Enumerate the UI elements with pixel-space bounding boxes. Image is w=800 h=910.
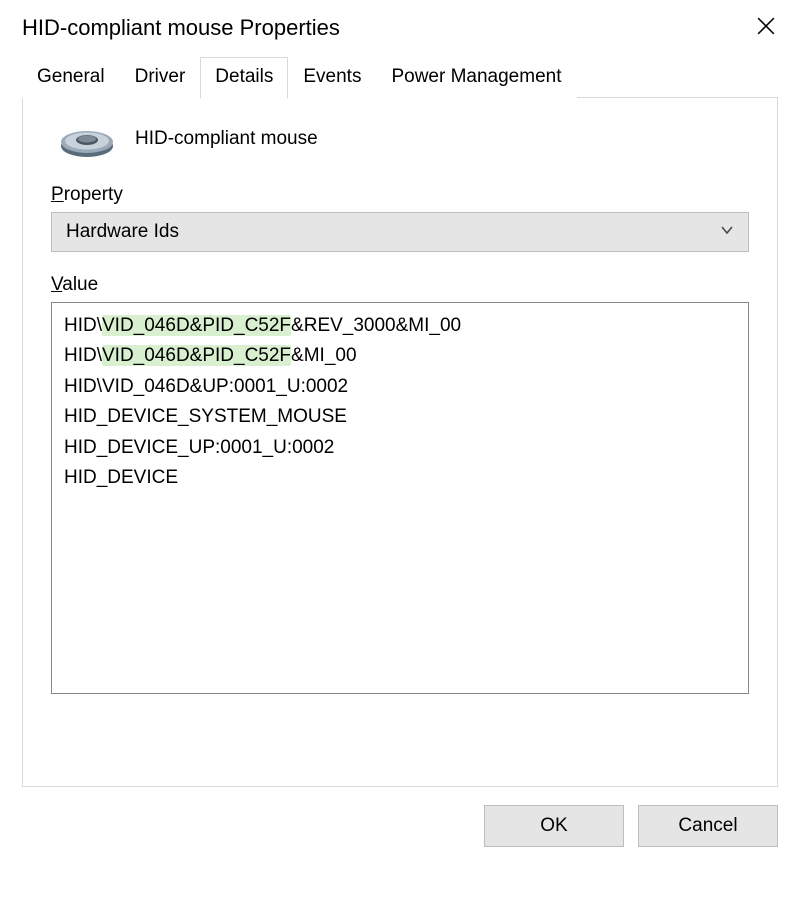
tab-general[interactable]: General <box>22 57 120 98</box>
properties-dialog: HID-compliant mouse Properties General D… <box>0 0 800 910</box>
tabs-area: General Driver Details Events Power Mana… <box>0 56 800 787</box>
tab-label: Events <box>303 66 361 87</box>
titlebar: HID-compliant mouse Properties <box>0 0 800 56</box>
property-dropdown[interactable]: Hardware Ids <box>51 212 749 252</box>
close-button[interactable] <box>752 14 780 42</box>
tab-row: General Driver Details Events Power Mana… <box>22 56 778 97</box>
tab-label: Driver <box>135 66 186 87</box>
value-item[interactable]: HID_DEVICE_SYSTEM_MOUSE <box>64 402 736 432</box>
device-name: HID-compliant mouse <box>135 128 318 150</box>
tab-content-details: HID-compliant mouse Property Hardware Id… <box>22 97 778 787</box>
value-label: Value <box>51 274 749 296</box>
mouse-icon <box>59 120 115 158</box>
value-item[interactable]: HID\VID_046D&UP:0001_U:0002 <box>64 372 736 402</box>
property-label: Property <box>51 184 749 206</box>
device-header: HID-compliant mouse <box>51 120 749 158</box>
property-selected-value: Hardware Ids <box>66 221 179 243</box>
button-label: Cancel <box>678 815 737 837</box>
highlighted-text: VID_046D&PID_C52F <box>102 315 291 336</box>
button-label: OK <box>540 815 567 837</box>
tab-events[interactable]: Events <box>288 57 376 98</box>
close-icon <box>757 17 775 40</box>
tab-label: Details <box>215 66 273 87</box>
value-item[interactable]: HID_DEVICE_UP:0001_U:0002 <box>64 433 736 463</box>
tab-power-management[interactable]: Power Management <box>376 57 576 98</box>
ok-button[interactable]: OK <box>484 805 624 847</box>
value-listbox[interactable]: HID\VID_046D&PID_C52F&REV_3000&MI_00HID\… <box>51 302 749 694</box>
tab-label: General <box>37 66 105 87</box>
tab-driver[interactable]: Driver <box>120 57 201 98</box>
dialog-title: HID-compliant mouse Properties <box>22 15 340 41</box>
tab-details[interactable]: Details <box>200 57 288 98</box>
dialog-footer: OK Cancel <box>0 787 800 847</box>
chevron-down-icon <box>720 221 734 243</box>
value-item[interactable]: HID\VID_046D&PID_C52F&REV_3000&MI_00 <box>64 311 736 341</box>
cancel-button[interactable]: Cancel <box>638 805 778 847</box>
value-item[interactable]: HID\VID_046D&PID_C52F&MI_00 <box>64 341 736 371</box>
value-item[interactable]: HID_DEVICE <box>64 463 736 493</box>
highlighted-text: VID_046D&PID_C52F <box>102 345 291 366</box>
tab-label: Power Management <box>391 66 561 87</box>
